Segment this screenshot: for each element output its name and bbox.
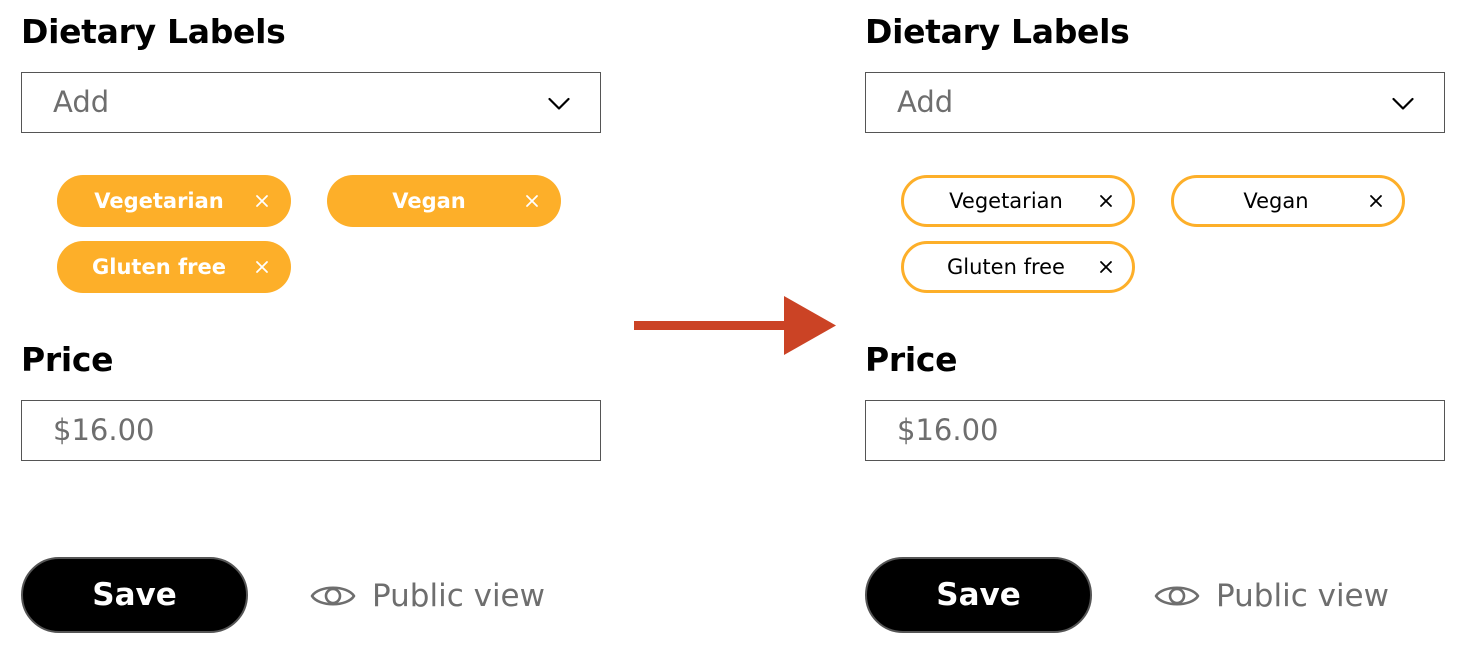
dietary-chip-vegan[interactable]: Vegan: [327, 175, 561, 227]
close-icon[interactable]: [1099, 194, 1113, 208]
eye-icon: [310, 586, 356, 606]
dietary-labels-title: Dietary Labels: [865, 12, 1130, 51]
close-icon[interactable]: [255, 260, 269, 274]
dietary-labels-select[interactable]: Add: [21, 72, 601, 133]
chevron-down-icon[interactable]: [548, 97, 570, 111]
save-button[interactable]: Save: [865, 557, 1092, 633]
eye-icon: [1154, 586, 1200, 606]
price-title: Price: [865, 340, 958, 379]
price-input[interactable]: $16.00: [865, 400, 1445, 461]
before-panel: Dietary Labels Add Vegetarian Vegan Glut…: [21, 0, 621, 652]
close-icon[interactable]: [1099, 260, 1113, 274]
chip-label: Vegetarian: [949, 189, 1063, 213]
close-icon[interactable]: [255, 194, 269, 208]
chevron-down-icon[interactable]: [1392, 97, 1414, 111]
public-view-link[interactable]: Public view: [310, 574, 545, 618]
price-value: $16.00: [897, 413, 999, 447]
chip-label: Vegetarian: [94, 189, 224, 213]
dietary-select-placeholder: Add: [897, 85, 954, 119]
after-panel: Dietary Labels Add Vegetarian Vegan Glut…: [865, 0, 1460, 652]
dietary-select-placeholder: Add: [53, 85, 110, 119]
chip-label: Vegan: [392, 189, 466, 213]
right-arrow-icon: [634, 296, 836, 355]
price-value: $16.00: [53, 413, 155, 447]
public-view-label: Public view: [372, 578, 545, 614]
close-icon[interactable]: [1369, 194, 1383, 208]
public-view-link[interactable]: Public view: [1154, 574, 1389, 618]
price-input[interactable]: $16.00: [21, 400, 601, 461]
dietary-chip-vegan[interactable]: Vegan: [1171, 175, 1405, 227]
price-title: Price: [21, 340, 114, 379]
dietary-labels-select[interactable]: Add: [865, 72, 1445, 133]
public-view-label: Public view: [1216, 578, 1389, 614]
dietary-chip-vegetarian[interactable]: Vegetarian: [57, 175, 291, 227]
chip-label: Vegan: [1243, 189, 1309, 213]
dietary-chip-gluten-free[interactable]: Gluten free: [901, 241, 1135, 293]
dietary-labels-title: Dietary Labels: [21, 12, 286, 51]
dietary-chip-vegetarian[interactable]: Vegetarian: [901, 175, 1135, 227]
chip-label: Gluten free: [947, 255, 1065, 279]
save-button[interactable]: Save: [21, 557, 248, 633]
close-icon[interactable]: [525, 194, 539, 208]
dietary-chip-gluten-free[interactable]: Gluten free: [57, 241, 291, 293]
chip-label: Gluten free: [92, 255, 226, 279]
